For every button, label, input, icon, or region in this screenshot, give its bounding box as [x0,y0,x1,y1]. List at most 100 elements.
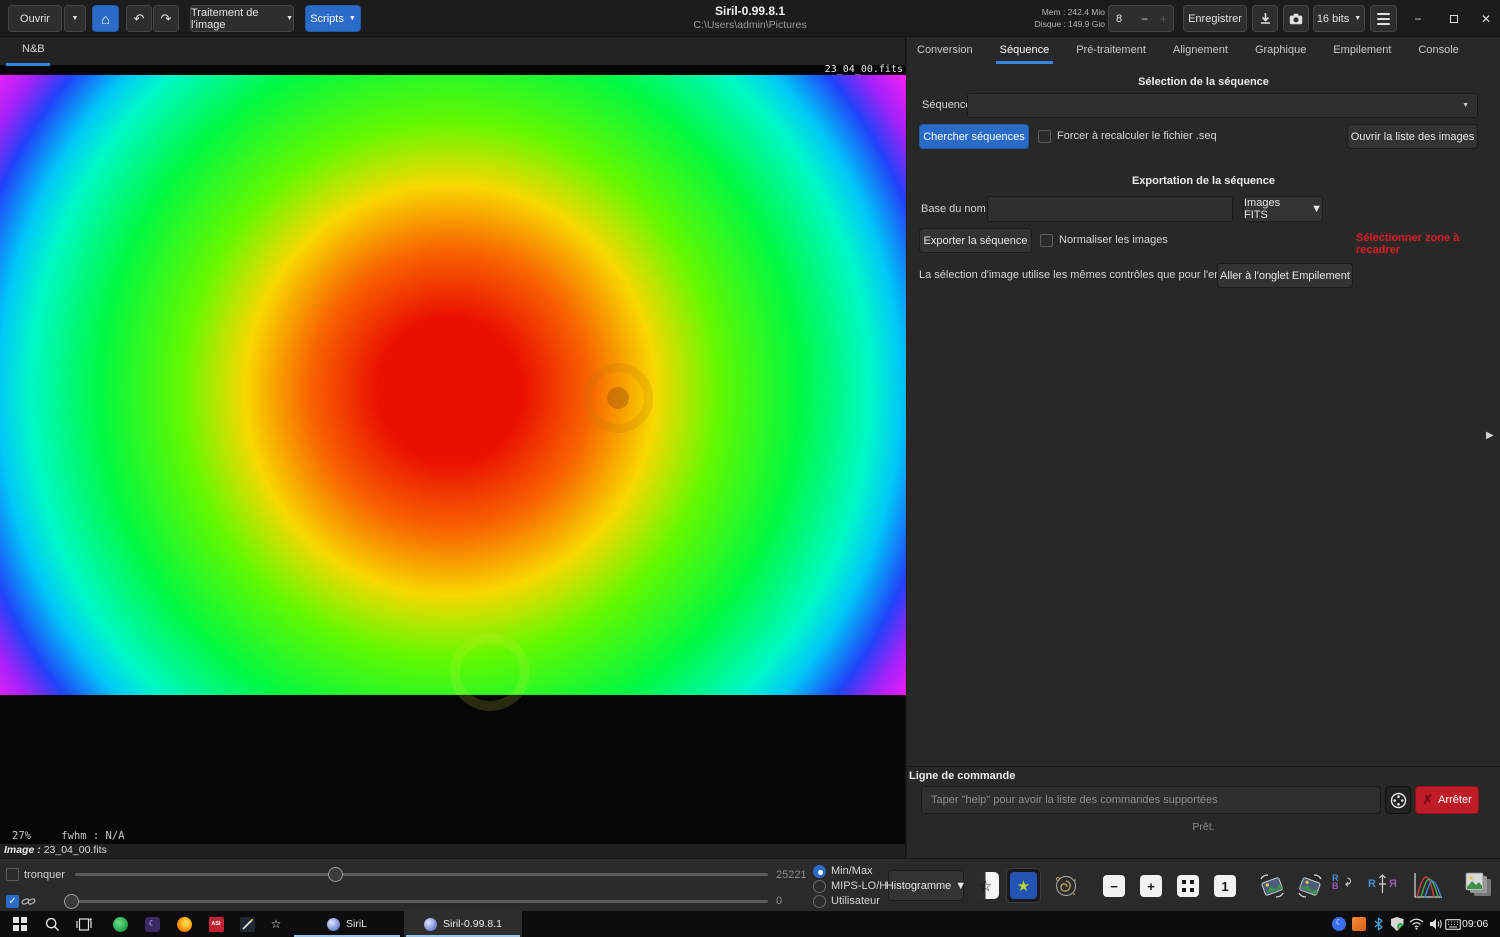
undo-icon: ↶ [134,11,145,27]
export-sequence-button[interactable]: Exporter la séquence [919,228,1032,253]
nightsky-app-button[interactable]: ☾ [138,911,166,937]
fit-to-window-button[interactable] [1177,875,1199,897]
taskbar-clock[interactable]: 09:06 [1462,911,1488,937]
sequence-combobox[interactable]: ▼ [967,93,1478,118]
image-label: Image : [4,844,41,856]
siril-window: Ouvrir ▼ ⌂ ↶ ↷ Traitement de l'image▼ Sc… [0,0,1500,937]
histogram-transform-button[interactable] [1412,871,1444,900]
command-input[interactable] [921,786,1381,814]
zoom-spinner[interactable]: 8 − + [1108,5,1174,32]
tab-console[interactable]: Console [1418,39,1458,64]
display-mode-select[interactable]: Histogramme ▼ [888,870,964,901]
green-app-button[interactable] [106,911,134,937]
tab-empilement[interactable]: Empilement [1333,39,1391,64]
image-faint-ring-artifact [450,633,530,711]
force-recalc-checkbox[interactable] [1038,130,1051,143]
minimize-button[interactable]: − [1404,5,1432,32]
tab-conversion[interactable]: Conversion [917,39,973,64]
bit-depth-select[interactable]: 16 bits▼ [1313,5,1365,32]
truncate-checkbox[interactable] [6,868,19,881]
rotate-left-icon [1258,872,1286,900]
star-detection-toggle[interactable]: ☆ [972,872,999,899]
open-image-list-button[interactable]: Ouvrir la liste des images [1347,124,1478,149]
bluetooth-icon [1373,917,1384,931]
undo-button[interactable]: ↶ [126,5,152,32]
export-format-select[interactable]: Images FITS▼ [1243,196,1323,222]
firefox-button[interactable] [170,911,198,937]
stop-button[interactable]: ✗ Arrêter [1415,786,1479,814]
hamburger-menu-button[interactable] [1370,5,1397,32]
tab-pretraitement[interactable]: Pré-traitement [1076,39,1146,64]
tray-bluetooth-button[interactable] [1369,911,1387,937]
asi-app-button[interactable]: ASI [202,911,230,937]
high-slider-thumb[interactable] [328,867,343,882]
tray-siril-button[interactable]: ☾ [1329,911,1349,937]
taskbar-window-siril-full[interactable]: Siril-0.99.8.1 [404,911,522,937]
close-button[interactable]: ✕ [1472,5,1500,32]
tab-nb[interactable]: N&B [10,41,57,57]
fits-image-canvas[interactable] [0,75,906,695]
goto-stacking-button[interactable]: Aller à l'onglet Empilement [1217,263,1353,288]
high-slider-track[interactable] [75,873,768,876]
save-as-button[interactable] [1252,5,1278,32]
radio-mips[interactable] [813,880,826,893]
photo-editor-button[interactable] [233,911,261,937]
zoom-one-to-one-button[interactable]: 1 [1214,875,1236,897]
task-view-icon [76,918,92,931]
save-button[interactable]: Enregistrer [1183,5,1247,32]
search-sequences-button[interactable]: Chercher séquences [919,124,1029,149]
image-ring-artifact [583,363,653,433]
tray-keyboard-button[interactable] [1443,911,1463,937]
stop-label: Arrêter [1438,794,1472,806]
taskbar-window-siril-label: SiriL [346,918,367,930]
link-sliders-checkbox[interactable]: ✓ [6,895,19,908]
tray-defender-button[interactable]: ✓ [1387,911,1407,937]
rotate-left-button[interactable] [1258,872,1286,900]
psf-star-button[interactable]: ★ [1006,868,1041,903]
home-button[interactable]: ⌂ [92,5,119,32]
zoom-out-button[interactable]: − [1103,875,1125,897]
star-app-button[interactable]: ☆ [263,911,289,937]
taskbar-search-button[interactable] [38,911,66,937]
base-name-input[interactable] [987,196,1233,222]
open-sequence-frames-button[interactable] [1460,870,1494,900]
snapshot-button[interactable] [1283,5,1309,32]
ready-status: Prêt. [907,821,1500,833]
low-slider-track[interactable] [65,900,768,903]
task-view-button[interactable] [70,911,98,937]
image-processing-menu[interactable]: Traitement de l'image▼ [190,5,294,32]
tab-sequence[interactable]: Séquence [1000,39,1050,64]
taskbar-window-siril[interactable]: SiriL [292,911,402,937]
zoom-decrease-button[interactable]: − [1135,12,1154,26]
zoom-increase-button[interactable]: + [1154,12,1173,26]
radio-minmax[interactable] [813,865,826,878]
filename-overlay: 23_04_00.fits [825,64,903,75]
command-line-label: Ligne de commande [909,770,1015,782]
open-dropdown-button[interactable]: ▼ [64,5,86,32]
redo-button[interactable]: ↷ [153,5,179,32]
chevron-down-icon: ▼ [1354,15,1361,22]
tab-alignement[interactable]: Alignement [1173,39,1228,64]
tab-graphique[interactable]: Graphique [1255,39,1306,64]
zoom-in-button[interactable]: + [1140,875,1162,897]
open-button[interactable]: Ouvrir [8,5,62,32]
low-slider-thumb[interactable] [64,894,79,909]
panel-expand-handle[interactable]: ▶ [1486,430,1494,441]
restore-button[interactable] [1440,5,1468,32]
normalize-images-checkbox[interactable] [1040,234,1053,247]
chain-link-icon [21,895,36,908]
volume-icon [1429,918,1443,930]
radio-mips-label: MIPS-LO/HI [831,880,890,892]
chain-link-button[interactable] [21,895,36,908]
start-button[interactable] [6,911,34,937]
command-list-button[interactable] [1385,786,1411,814]
astrometry-button[interactable] [1052,872,1080,900]
radio-user[interactable] [813,895,826,908]
tray-orange-app-button[interactable] [1349,911,1369,937]
tray-wifi-button[interactable] [1406,911,1426,937]
flip-horizontal-button[interactable]: R Я [1368,874,1397,894]
flip-vertical-button[interactable]: R B ↷ [1332,874,1352,890]
scripts-menu[interactable]: Scripts▼ [305,5,361,32]
download-icon [1259,12,1272,25]
rotate-right-button[interactable] [1296,872,1324,900]
